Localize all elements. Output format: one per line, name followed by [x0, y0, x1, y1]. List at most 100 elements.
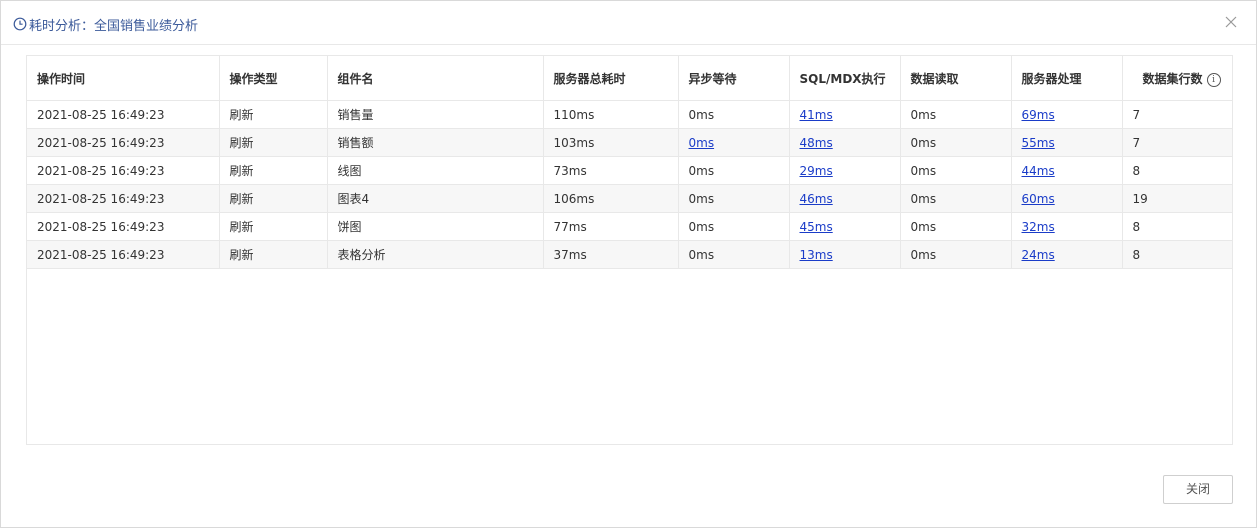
table-row: 2021-08-25 16:49:23 刷新 销售量 110ms 0ms 41ms 0ms 6… — [27, 100, 1232, 129]
table-cell-rowcount: 19 — [1122, 184, 1232, 213]
timing-link[interactable]: 24ms — [1022, 248, 1055, 262]
column-header-label: 异步等待 — [688, 71, 737, 86]
table-cell-sql: 41ms — [789, 100, 901, 129]
table-cell-time: 2021-08-25 16:49:23 — [27, 128, 220, 157]
table-cell-total: 73ms — [543, 156, 679, 185]
table-cell-async: 0ms — [678, 100, 790, 129]
table-cell-total: 77ms — [543, 212, 679, 241]
timing-link[interactable]: 0ms — [689, 136, 715, 150]
table-cell-op: 刷新 — [219, 240, 328, 269]
table-cell-read: 0ms — [900, 156, 1012, 185]
timing-link[interactable]: 46ms — [800, 192, 833, 206]
column-header-label: 数据读取 — [910, 71, 959, 86]
column-header-label: SQL/MDX执行 — [799, 71, 886, 86]
table-cell-total: 106ms — [543, 184, 679, 213]
close-icon[interactable] — [1224, 15, 1238, 29]
table-cell-time: 2021-08-25 16:49:23 — [27, 156, 220, 185]
table-cell-op: 刷新 — [219, 156, 328, 185]
table-cell-sql: 45ms — [789, 212, 901, 241]
time-analysis-dialog: 耗时分析：全国销售业绩分析 操作时间 操作类型 组件名 服务器总耗时 异步等待 SQL/M… — [0, 0, 1257, 528]
timing-link[interactable]: 44ms — [1022, 164, 1055, 178]
table-cell-time: 2021-08-25 16:49:23 — [27, 212, 220, 241]
timing-link[interactable]: 41ms — [800, 108, 833, 122]
table-row: 2021-08-25 16:49:23 刷新 表格分析 37ms 0ms 13ms 0ms 2… — [27, 240, 1232, 269]
clock-icon — [13, 17, 27, 31]
timing-link[interactable]: 45ms — [800, 220, 833, 234]
table-cell-component: 饼图 — [327, 212, 544, 241]
table-cell-op: 刷新 — [219, 212, 328, 241]
table-cell-op: 刷新 — [219, 128, 328, 157]
column-header-label: 操作时间 — [37, 71, 86, 86]
table-cell-time: 2021-08-25 16:49:23 — [27, 100, 220, 129]
table-row: 2021-08-25 16:49:23 刷新 线图 73ms 0ms 29ms 0ms 44m… — [27, 156, 1232, 185]
column-header: 操作类型 — [219, 56, 328, 101]
dialog-title-bar: 耗时分析：全国销售业绩分析 — [13, 15, 198, 34]
column-header: 操作时间 — [27, 56, 220, 101]
table-cell-read: 0ms — [900, 240, 1012, 269]
column-header-label: 服务器总耗时 — [553, 71, 626, 86]
table-cell-server: 24ms — [1011, 240, 1123, 269]
table-row: 2021-08-25 16:49:23 刷新 销售额 103ms 0ms 48ms 0ms 5… — [27, 128, 1232, 157]
table-cell-server: 55ms — [1011, 128, 1123, 157]
table-cell-read: 0ms — [900, 184, 1012, 213]
column-header: 服务器总耗时 — [543, 56, 679, 101]
table-cell-time: 2021-08-25 16:49:23 — [27, 184, 220, 213]
column-header: 组件名 — [327, 56, 544, 101]
table-row: 2021-08-25 16:49:23 刷新 图表4 106ms 0ms 46ms 0ms 6… — [27, 184, 1232, 213]
table-cell-async: 0ms — [678, 212, 790, 241]
table-cell-sql: 29ms — [789, 156, 901, 185]
timing-table: 操作时间 操作类型 组件名 服务器总耗时 异步等待 SQL/MDX执行 数据读取 服务器处理 数… — [27, 56, 1232, 269]
table-cell-component: 销售量 — [327, 100, 544, 129]
table-cell-rowcount: 8 — [1122, 212, 1232, 241]
table-cell-total: 37ms — [543, 240, 679, 269]
table-cell-read: 0ms — [900, 100, 1012, 129]
close-button[interactable]: 关闭 — [1163, 475, 1233, 504]
table-cell-sql: 46ms — [789, 184, 901, 213]
table-row: 2021-08-25 16:49:23 刷新 饼图 77ms 0ms 45ms 0ms 32m… — [27, 212, 1232, 241]
table-cell-component: 销售额 — [327, 128, 544, 157]
timing-table-container: 操作时间 操作类型 组件名 服务器总耗时 异步等待 SQL/MDX执行 数据读取 服务器处理 数… — [26, 55, 1233, 445]
table-cell-async: 0ms — [678, 128, 790, 157]
table-cell-read: 0ms — [900, 212, 1012, 241]
timing-link[interactable]: 60ms — [1022, 192, 1055, 206]
table-cell-server: 69ms — [1011, 100, 1123, 129]
column-header-label: 服务器处理 — [1021, 71, 1082, 86]
timing-link[interactable]: 55ms — [1022, 136, 1055, 150]
table-cell-op: 刷新 — [219, 100, 328, 129]
info-icon[interactable]: i — [1206, 72, 1221, 87]
timing-link[interactable]: 32ms — [1022, 220, 1055, 234]
table-cell-async: 0ms — [678, 240, 790, 269]
timing-link[interactable]: 69ms — [1022, 108, 1055, 122]
table-cell-server: 44ms — [1011, 156, 1123, 185]
table-cell-sql: 48ms — [789, 128, 901, 157]
timing-link[interactable]: 29ms — [800, 164, 833, 178]
table-cell-rowcount: 8 — [1122, 156, 1232, 185]
table-cell-rowcount: 8 — [1122, 240, 1232, 269]
timing-link[interactable]: 48ms — [800, 136, 833, 150]
timing-link[interactable]: 13ms — [800, 248, 833, 262]
table-cell-server: 60ms — [1011, 184, 1123, 213]
table-cell-time: 2021-08-25 16:49:23 — [27, 240, 220, 269]
column-header: 服务器处理 — [1011, 56, 1123, 101]
column-header: SQL/MDX执行 — [789, 56, 901, 101]
table-cell-read: 0ms — [900, 128, 1012, 157]
table-cell-op: 刷新 — [219, 184, 328, 213]
table-cell-async: 0ms — [678, 184, 790, 213]
table-cell-server: 32ms — [1011, 212, 1123, 241]
table-cell-sql: 13ms — [789, 240, 901, 269]
column-header: 数据读取 — [900, 56, 1012, 101]
column-header-label: 组件名 — [337, 71, 374, 86]
column-header: 数据集行数 i — [1122, 56, 1232, 101]
column-header: 异步等待 — [678, 56, 790, 101]
table-cell-component: 图表4 — [327, 184, 544, 213]
column-header-label: 操作类型 — [229, 71, 278, 86]
table-cell-component: 线图 — [327, 156, 544, 185]
table-cell-rowcount: 7 — [1122, 128, 1232, 157]
table-header-row: 操作时间 操作类型 组件名 服务器总耗时 异步等待 SQL/MDX执行 数据读取 服务器处理 数… — [27, 56, 1232, 101]
table-cell-total: 110ms — [543, 100, 679, 129]
dialog-header: 耗时分析：全国销售业绩分析 — [1, 1, 1256, 45]
table-cell-component: 表格分析 — [327, 240, 544, 269]
table-cell-total: 103ms — [543, 128, 679, 157]
column-header-label: 数据集行数 — [1142, 71, 1203, 86]
table-cell-rowcount: 7 — [1122, 100, 1232, 129]
